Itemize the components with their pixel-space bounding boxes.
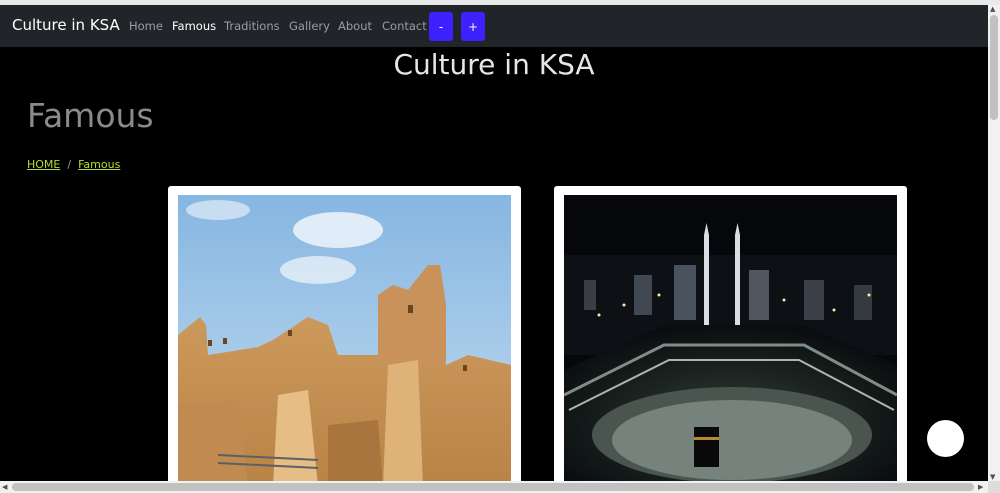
masjid-al-haram-image[interactable] [564,195,897,486]
nav-link-contact[interactable]: Contact [382,19,427,33]
floating-action-button[interactable] [927,420,964,457]
breadcrumb-current-link[interactable]: Famous [78,158,120,171]
vertical-scroll-thumb[interactable] [990,15,998,120]
page-title: Famous [27,96,154,135]
breadcrumb-separator: / [67,158,72,171]
breadcrumb-home-link[interactable]: HOME [27,158,60,171]
nav-link-famous[interactable]: Famous [172,19,216,33]
famous-card-makkah[interactable] [554,186,907,486]
horizontal-scrollbar[interactable]: ◀ ▶ [0,481,988,493]
scroll-down-arrow-icon[interactable]: ▼ [990,473,995,481]
nav-link-home[interactable]: Home [129,19,163,33]
nav-link-traditions[interactable]: Traditions [224,19,280,33]
scrollbar-corner [988,481,1000,493]
navbar-brand[interactable]: Culture in KSA [12,16,120,34]
scroll-left-arrow-icon[interactable]: ◀ [2,483,7,491]
decrease-font-button[interactable]: - [429,12,453,41]
increase-font-button[interactable]: + [461,12,485,41]
famous-card-diriyah[interactable] [168,186,521,486]
scroll-right-arrow-icon[interactable]: ▶ [978,483,983,491]
nav-link-gallery[interactable]: Gallery [289,19,330,33]
site-title: Culture in KSA [393,48,595,81]
horizontal-scroll-thumb[interactable] [12,483,974,491]
scroll-up-arrow-icon[interactable]: ▲ [990,5,995,13]
vertical-scrollbar[interactable]: ▲ ▼ [988,5,1000,481]
diriyah-image[interactable] [178,195,511,486]
breadcrumb: HOME / Famous [27,158,120,171]
nav-link-about[interactable]: About [338,19,372,33]
navbar: Culture in KSA Home Famous Traditions Ga… [0,5,988,47]
